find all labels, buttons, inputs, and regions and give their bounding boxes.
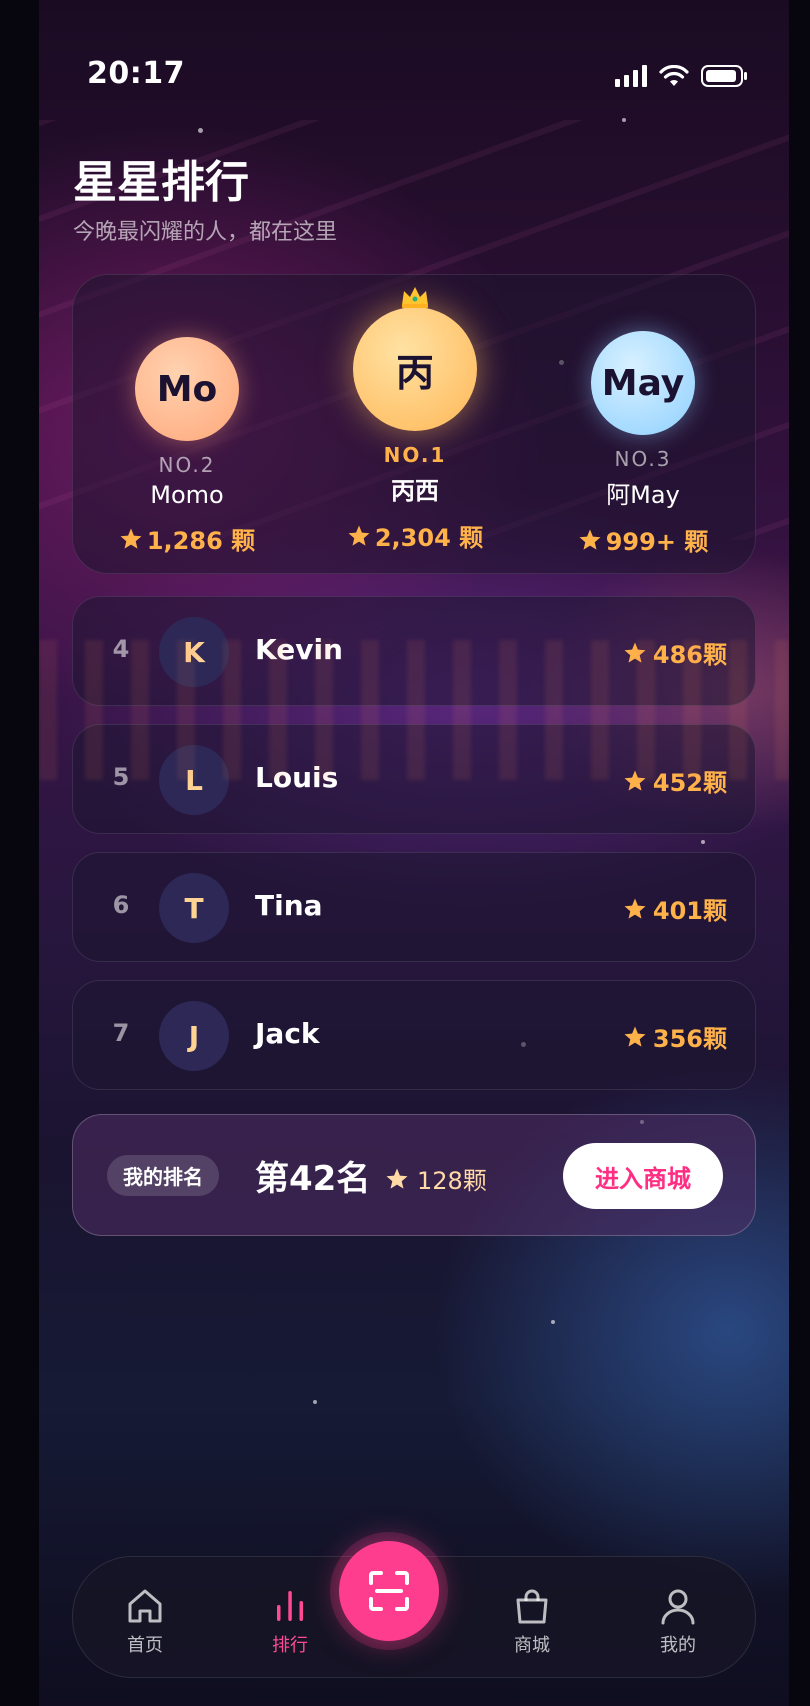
tab-shop-label: 商城 bbox=[514, 1635, 550, 1656]
scan-icon bbox=[369, 1571, 409, 1611]
row-name: Louis bbox=[255, 761, 339, 794]
podium-first[interactable]: 丙 NO.1 丙西 2,304 颗 bbox=[301, 287, 529, 553]
signal-icon bbox=[615, 65, 647, 91]
wifi-icon bbox=[659, 64, 689, 91]
avatar: L bbox=[159, 745, 229, 815]
row-name: Jack bbox=[255, 1017, 320, 1050]
ranking-row[interactable]: 4 K Kevin 486颗 bbox=[72, 596, 756, 706]
ranking-row[interactable]: 7 J Jack 356颗 bbox=[72, 980, 756, 1090]
avatar: Mo bbox=[135, 337, 239, 441]
podium-third[interactable]: May NO.3 阿May 999+ 颗 bbox=[529, 331, 757, 557]
my-stars: 128颗 bbox=[385, 1161, 487, 1196]
avatar: K bbox=[159, 617, 229, 687]
ranking-row[interactable]: 5 L Louis 452颗 bbox=[72, 724, 756, 834]
crown-icon bbox=[400, 285, 430, 316]
tab-ranking-label: 排行 bbox=[272, 1635, 308, 1656]
avatar: May bbox=[591, 331, 695, 435]
podium-stars-value: 2,304 颗 bbox=[374, 524, 484, 552]
sparkle-dot bbox=[701, 840, 705, 844]
my-rank-tag: 我的排名 bbox=[107, 1155, 219, 1196]
podium-name: Momo bbox=[150, 481, 224, 509]
status-time: 20:17 bbox=[87, 56, 185, 91]
star-icon bbox=[386, 1168, 408, 1189]
star-icon bbox=[624, 770, 646, 791]
tab-shop[interactable]: 商城 bbox=[487, 1587, 577, 1657]
row-stars-value: 401颗 bbox=[652, 897, 727, 925]
row-rank: 7 bbox=[112, 1019, 130, 1047]
star-icon bbox=[348, 525, 370, 546]
podium-second[interactable]: Mo NO.2 Momo 1,286 颗 bbox=[73, 337, 301, 556]
podium-rank-label: NO.3 bbox=[614, 447, 672, 471]
tab-home-label: 首页 bbox=[127, 1635, 163, 1656]
row-stars-value: 452颗 bbox=[652, 769, 727, 797]
row-stars: 486颗 bbox=[623, 635, 727, 670]
my-rank-value: 第42名 bbox=[255, 1159, 371, 1199]
tab-profile[interactable]: 我的 bbox=[633, 1587, 723, 1657]
podium-stars: 1,286 颗 bbox=[73, 521, 301, 556]
row-stars: 356颗 bbox=[623, 1019, 727, 1054]
sparkle-dot bbox=[622, 118, 626, 122]
star-icon bbox=[120, 528, 142, 549]
row-name: Tina bbox=[255, 889, 323, 922]
avatar: J bbox=[159, 1001, 229, 1071]
enter-shop-button[interactable]: 进入商城 bbox=[563, 1143, 723, 1209]
ranking-icon bbox=[277, 1591, 303, 1621]
app-screen: 20:17 星星排行 今晚最闪耀的人，都在这里 Mo NO.2 Momo 1,2… bbox=[39, 0, 789, 1706]
row-rank: 6 bbox=[112, 891, 130, 919]
avatar: T bbox=[159, 873, 229, 943]
star-icon bbox=[624, 642, 646, 663]
podium-name: 阿May bbox=[606, 481, 680, 509]
page-title: 星星排行 bbox=[73, 157, 249, 208]
tab-profile-label: 我的 bbox=[660, 1635, 696, 1656]
sparkle-dot bbox=[313, 1400, 317, 1404]
podium-stars: 999+ 颗 bbox=[529, 522, 757, 557]
page-subtitle: 今晚最闪耀的人，都在这里 bbox=[73, 220, 338, 245]
podium-name: 丙西 bbox=[391, 477, 439, 505]
row-stars-value: 356颗 bbox=[652, 1025, 727, 1053]
tab-ranking[interactable]: 排行 bbox=[245, 1587, 335, 1657]
my-rank-card: 我的排名 第42名 128颗 进入商城 bbox=[72, 1114, 756, 1236]
star-icon bbox=[624, 1026, 646, 1047]
star-icon bbox=[579, 529, 601, 550]
podium-rank-label: NO.1 bbox=[383, 443, 447, 467]
podium-stars-value: 1,286 颗 bbox=[146, 527, 256, 555]
my-stars-value: 128颗 bbox=[417, 1167, 487, 1195]
profile-icon bbox=[661, 1589, 695, 1625]
row-name: Kevin bbox=[255, 633, 343, 666]
row-rank: 5 bbox=[112, 763, 130, 791]
battery-icon bbox=[701, 64, 749, 92]
podium-rank-label: NO.2 bbox=[158, 453, 216, 477]
row-rank: 4 bbox=[112, 635, 130, 663]
podium-stars-value: 999+ 颗 bbox=[605, 528, 709, 556]
status-icons bbox=[615, 64, 749, 92]
ranking-row[interactable]: 6 T Tina 401颗 bbox=[72, 852, 756, 962]
avatar: 丙 bbox=[353, 307, 477, 431]
podium-stars: 2,304 颗 bbox=[301, 518, 529, 553]
row-stars: 452颗 bbox=[623, 763, 727, 798]
shop-bag-icon bbox=[516, 1589, 548, 1624]
sparkle-dot bbox=[551, 1320, 555, 1324]
top-three-podium: Mo NO.2 Momo 1,286 颗 丙 NO.1 丙西 2,304 颗 M… bbox=[72, 274, 756, 574]
home-icon bbox=[128, 1589, 162, 1623]
star-icon bbox=[624, 898, 646, 919]
row-stars-value: 486颗 bbox=[652, 641, 727, 669]
sparkle-dot bbox=[198, 128, 203, 133]
tab-home[interactable]: 首页 bbox=[100, 1587, 190, 1657]
scan-button[interactable] bbox=[339, 1541, 439, 1641]
row-stars: 401颗 bbox=[623, 891, 727, 926]
